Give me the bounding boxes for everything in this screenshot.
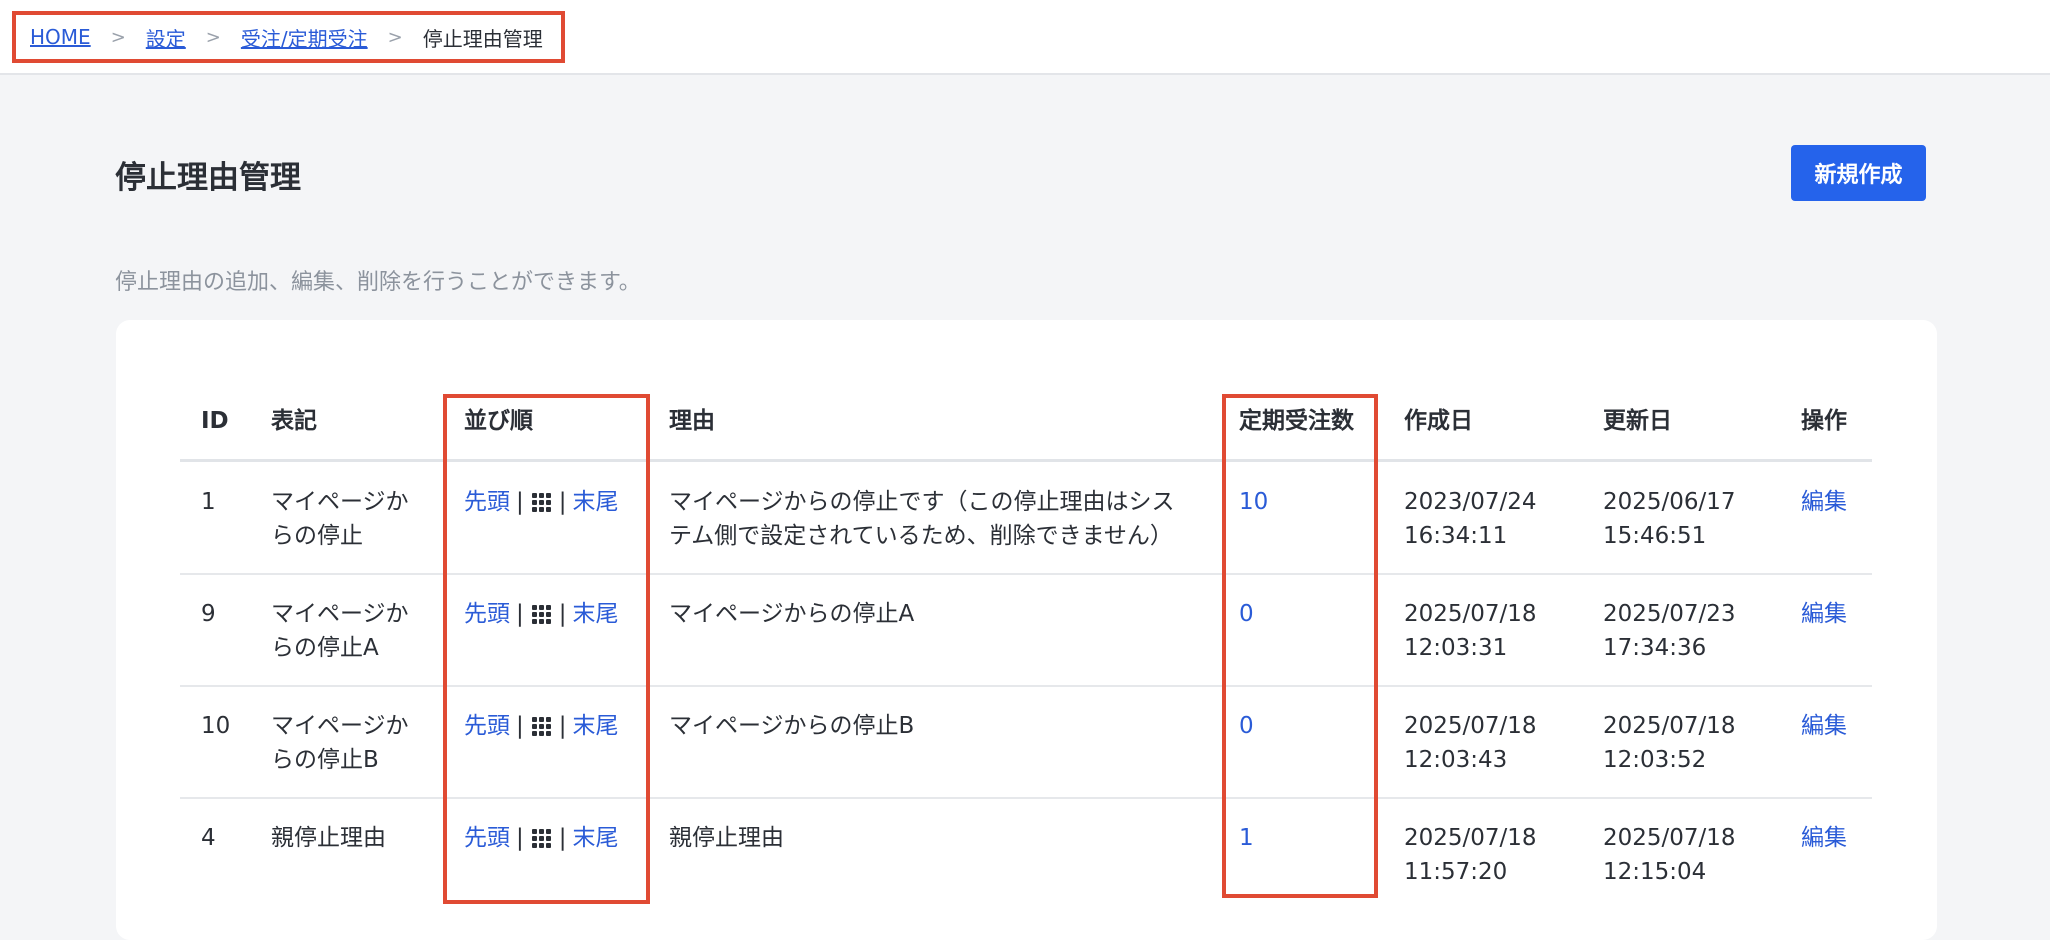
breadcrumb-separator: > [205, 26, 221, 48]
row-2-id: 9 [201, 601, 216, 627]
column-header-label: 表記 [271, 408, 317, 434]
row-4-id: 4 [201, 825, 216, 851]
breadcrumb-separator: > [387, 26, 403, 48]
row-1-reason: マイページからの停止です（この停止理由はシス テム側で設定されているため、削除でき… [669, 489, 1175, 549]
row-divider [180, 573, 1872, 575]
row-1-edit-link[interactable]: 編集 [1801, 485, 1847, 519]
table-header-divider [180, 459, 1872, 462]
row-4-created: 2025/07/18 11:57:20 [1404, 825, 1537, 885]
column-header-updated: 更新日 [1603, 408, 1672, 434]
row-2-updated: 2025/07/23 17:34:36 [1603, 601, 1736, 661]
page-title: 停止理由管理 [115, 160, 301, 196]
row-2-reason: マイページからの停止A [669, 601, 915, 627]
row-3-edit-link[interactable]: 編集 [1801, 709, 1847, 743]
column-header-created: 作成日 [1404, 408, 1473, 434]
row-4-updated: 2025/07/18 12:15:04 [1603, 825, 1736, 885]
page-description: 停止理由の追加、編集、削除を行うことができます。 [115, 270, 641, 295]
breadcrumb-orders-link[interactable]: 受注/定期受注 [241, 23, 368, 52]
breadcrumb-current: 停止理由管理 [422, 26, 543, 51]
row-4-edit-link[interactable]: 編集 [1801, 821, 1847, 855]
column-header-actions: 操作 [1801, 408, 1847, 434]
row-1-created: 2023/07/24 16:34:11 [1404, 489, 1537, 549]
row-4-label: 親停止理由 [271, 825, 386, 851]
subscription-count-column-highlight [1222, 394, 1378, 898]
breadcrumb-separator: > [110, 26, 126, 48]
row-3-id: 10 [201, 713, 231, 739]
breadcrumb-home-link[interactable]: HOME [30, 25, 91, 49]
row-3-reason: マイページからの停止B [669, 713, 915, 739]
row-3-created: 2025/07/18 12:03:43 [1404, 713, 1537, 773]
breadcrumb: HOME > 設定 > 受注/定期受注 > 停止理由管理 [12, 11, 565, 63]
top-bar: HOME > 設定 > 受注/定期受注 > 停止理由管理 [0, 0, 2050, 75]
row-4-reason: 親停止理由 [669, 825, 784, 851]
row-1-id: 1 [201, 489, 216, 515]
row-1-updated: 2025/06/17 15:46:51 [1603, 489, 1736, 549]
row-divider [180, 797, 1872, 799]
row-divider [180, 685, 1872, 687]
row-2-label: マイページか らの停止A [271, 601, 409, 661]
row-2-edit-link[interactable]: 編集 [1801, 597, 1847, 631]
breadcrumb-settings-link[interactable]: 設定 [146, 23, 186, 52]
row-1-label: マイページか らの停止 [271, 489, 409, 549]
row-2-created: 2025/07/18 12:03:31 [1404, 601, 1537, 661]
column-header-reason: 理由 [669, 408, 715, 434]
column-header-id: ID [201, 408, 229, 434]
new-button[interactable]: 新規作成 [1791, 145, 1926, 201]
order-column-highlight [443, 394, 650, 904]
row-3-updated: 2025/07/18 12:03:52 [1603, 713, 1736, 773]
row-3-label: マイページか らの停止B [271, 713, 409, 773]
